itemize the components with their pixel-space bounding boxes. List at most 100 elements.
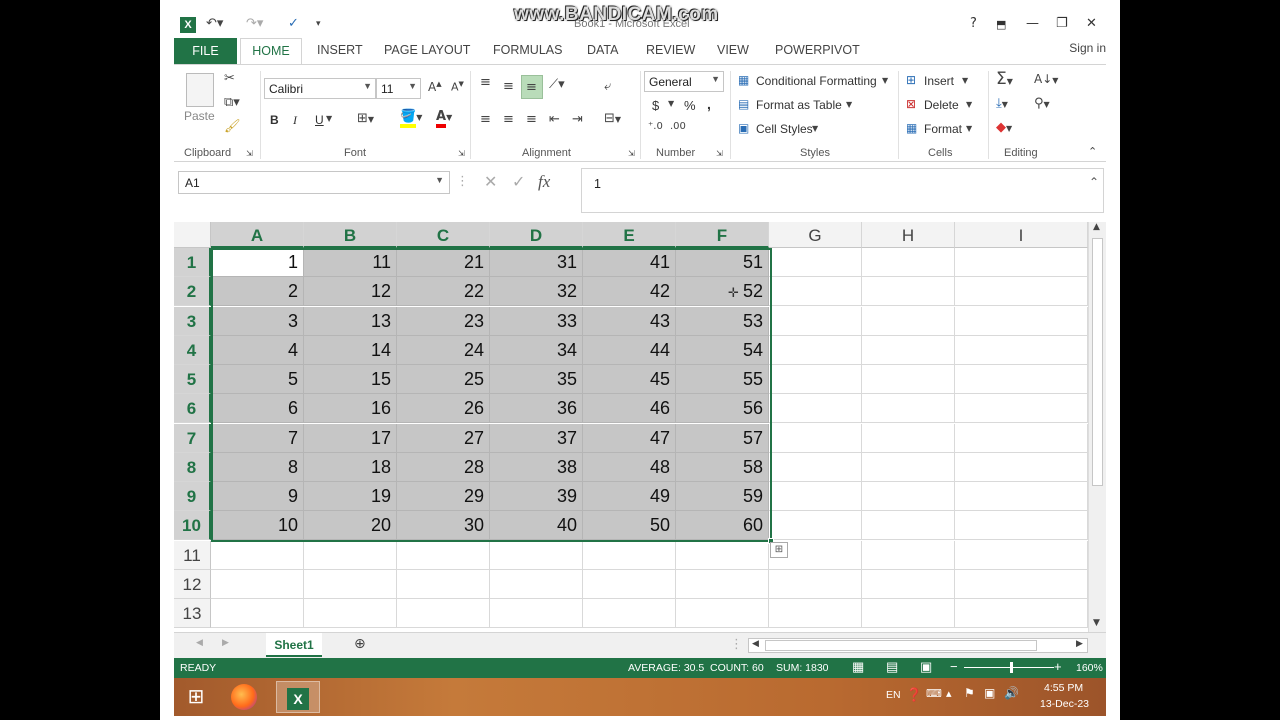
row-header-11[interactable]: 11 xyxy=(174,540,211,570)
bold-button[interactable]: B xyxy=(270,113,279,127)
cell-e10[interactable]: 50 xyxy=(583,511,676,541)
column-header-b[interactable]: B xyxy=(304,222,397,248)
cell-a3[interactable]: 3 xyxy=(211,306,304,336)
cell-i13[interactable] xyxy=(955,599,1088,628)
cell-e8[interactable]: 48 xyxy=(583,452,676,482)
alignment-launcher-icon[interactable]: ⇲ xyxy=(628,149,635,158)
cell-c2[interactable]: 22 xyxy=(397,277,490,307)
cell-d5[interactable]: 35 xyxy=(490,365,583,394)
paste-button[interactable]: Paste xyxy=(184,109,215,123)
orientation-icon[interactable]: ⟋▾ xyxy=(549,77,565,92)
cell-e4[interactable]: 44 xyxy=(583,335,676,365)
tab-review[interactable]: REVIEW xyxy=(646,43,695,57)
undo-icon[interactable]: ↶▾ xyxy=(206,16,223,31)
tab-data[interactable]: DATA xyxy=(587,43,618,57)
column-header-e[interactable]: E xyxy=(583,222,676,248)
vertical-scrollbar[interactable]: ▲ ▼ xyxy=(1088,222,1106,632)
tab-page-layout[interactable]: PAGE LAYOUT xyxy=(384,43,470,57)
cell-g10[interactable] xyxy=(769,511,862,541)
cell-i10[interactable] xyxy=(955,511,1088,541)
page-break-view-icon[interactable]: ▣ xyxy=(920,659,932,675)
zoom-level[interactable]: 160% xyxy=(1076,662,1103,674)
action-center-icon[interactable]: ⚑ xyxy=(964,686,975,700)
cell-e13[interactable] xyxy=(583,599,676,628)
cell-i1[interactable] xyxy=(955,248,1088,277)
touch-keyboard-icon[interactable]: ⌨ xyxy=(926,687,942,700)
scroll-up-icon[interactable]: ▲ xyxy=(1093,222,1100,232)
font-launcher-icon[interactable]: ⇲ xyxy=(458,149,465,158)
format-button[interactable]: Format xyxy=(924,122,962,136)
cell-h9[interactable] xyxy=(862,482,955,511)
cell-b4[interactable]: 14 xyxy=(304,335,397,365)
cell-c10[interactable]: 30 xyxy=(397,511,490,541)
tab-home[interactable]: HOME xyxy=(240,38,302,65)
sort-filter-icon[interactable]: A↓▼ xyxy=(1034,72,1058,86)
cell-e2[interactable]: 42 xyxy=(583,277,676,307)
ribbon-display-icon[interactable]: ⬒ xyxy=(996,18,1006,31)
formula-input[interactable]: 1 ⌃ xyxy=(581,168,1104,213)
firefox-icon[interactable] xyxy=(222,681,266,713)
cell-b12[interactable] xyxy=(304,569,397,599)
cell-f3[interactable]: 53 xyxy=(676,306,769,336)
scroll-down-icon[interactable]: ▼ xyxy=(1093,618,1100,628)
quick-analysis-icon[interactable]: ⊞ xyxy=(770,542,788,558)
cell-e5[interactable]: 45 xyxy=(583,365,676,394)
cell-g13[interactable] xyxy=(769,599,862,628)
cell-f9[interactable]: 59 xyxy=(676,482,769,511)
cell-f1[interactable]: 51 xyxy=(676,248,769,277)
row-header-8[interactable]: 8 xyxy=(174,452,211,482)
conditional-formatting-button[interactable]: Conditional Formatting xyxy=(756,74,877,88)
cell-g7[interactable] xyxy=(769,423,862,453)
worksheet-grid[interactable]: A B C D E F G H I 1 1 11 21 31 41 51 2 2 12 22 32 42 52 3 3 13 23 3… xyxy=(174,222,1088,632)
cell-b1[interactable]: 11 xyxy=(304,248,397,277)
cell-c5[interactable]: 25 xyxy=(397,365,490,394)
cell-a9[interactable]: 9 xyxy=(211,482,304,511)
prev-sheet-icon[interactable]: ◀ xyxy=(196,638,203,648)
page-layout-view-icon[interactable]: ▤ xyxy=(886,659,898,675)
cell-e11[interactable] xyxy=(583,540,676,570)
cell-a1[interactable]: 1 xyxy=(211,248,304,277)
decrease-indent-icon[interactable]: ⇤ xyxy=(549,112,560,127)
font-size-combo[interactable]: 11 ▼ xyxy=(376,78,421,99)
normal-view-icon[interactable]: ▦ xyxy=(852,659,864,675)
cell-h12[interactable] xyxy=(862,569,955,599)
cell-f6[interactable]: 56 xyxy=(676,394,769,424)
cell-a8[interactable]: 8 xyxy=(211,452,304,482)
scroll-left-icon[interactable]: ◀ xyxy=(752,639,759,649)
cell-i2[interactable] xyxy=(955,277,1088,307)
row-header-1[interactable]: 1 xyxy=(174,248,211,277)
italic-button[interactable]: I xyxy=(293,113,297,128)
cell-c9[interactable]: 29 xyxy=(397,482,490,511)
column-header-c[interactable]: C xyxy=(397,222,490,248)
cell-a5[interactable]: 5 xyxy=(211,365,304,394)
cell-styles-button[interactable]: Cell Styles xyxy=(756,122,813,136)
row-header-13[interactable]: 13 xyxy=(174,599,211,628)
cell-h3[interactable] xyxy=(862,306,955,336)
horizontal-scrollbar[interactable]: ◀ ▶ xyxy=(748,638,1088,653)
cell-a4[interactable]: 4 xyxy=(211,335,304,365)
cell-h13[interactable] xyxy=(862,599,955,628)
cell-a7[interactable]: 7 xyxy=(211,423,304,453)
cell-i6[interactable] xyxy=(955,394,1088,424)
cell-d6[interactable]: 36 xyxy=(490,394,583,424)
cell-d12[interactable] xyxy=(490,569,583,599)
row-header-5[interactable]: 5 xyxy=(174,365,211,394)
cell-g2[interactable] xyxy=(769,277,862,307)
increase-decimal-icon[interactable]: ⁺.0 xyxy=(648,121,663,132)
cell-i9[interactable] xyxy=(955,482,1088,511)
network-icon[interactable]: ▣ xyxy=(984,686,995,700)
cell-i7[interactable] xyxy=(955,423,1088,453)
tab-file[interactable]: FILE xyxy=(174,38,237,64)
cell-a6[interactable]: 6 xyxy=(211,394,304,424)
paste-icon[interactable] xyxy=(186,73,214,107)
cell-h1[interactable] xyxy=(862,248,955,277)
cell-f8[interactable]: 58 xyxy=(676,452,769,482)
cell-d10[interactable]: 40 xyxy=(490,511,583,541)
cell-f4[interactable]: 54 xyxy=(676,335,769,365)
borders-icon[interactable]: ⊞▼ xyxy=(357,111,374,126)
cell-c4[interactable]: 24 xyxy=(397,335,490,365)
zoom-slider[interactable] xyxy=(964,667,1054,668)
cell-g3[interactable] xyxy=(769,306,862,336)
help-icon[interactable]: ? xyxy=(970,16,977,31)
format-as-table-button[interactable]: Format as Table xyxy=(756,98,842,112)
